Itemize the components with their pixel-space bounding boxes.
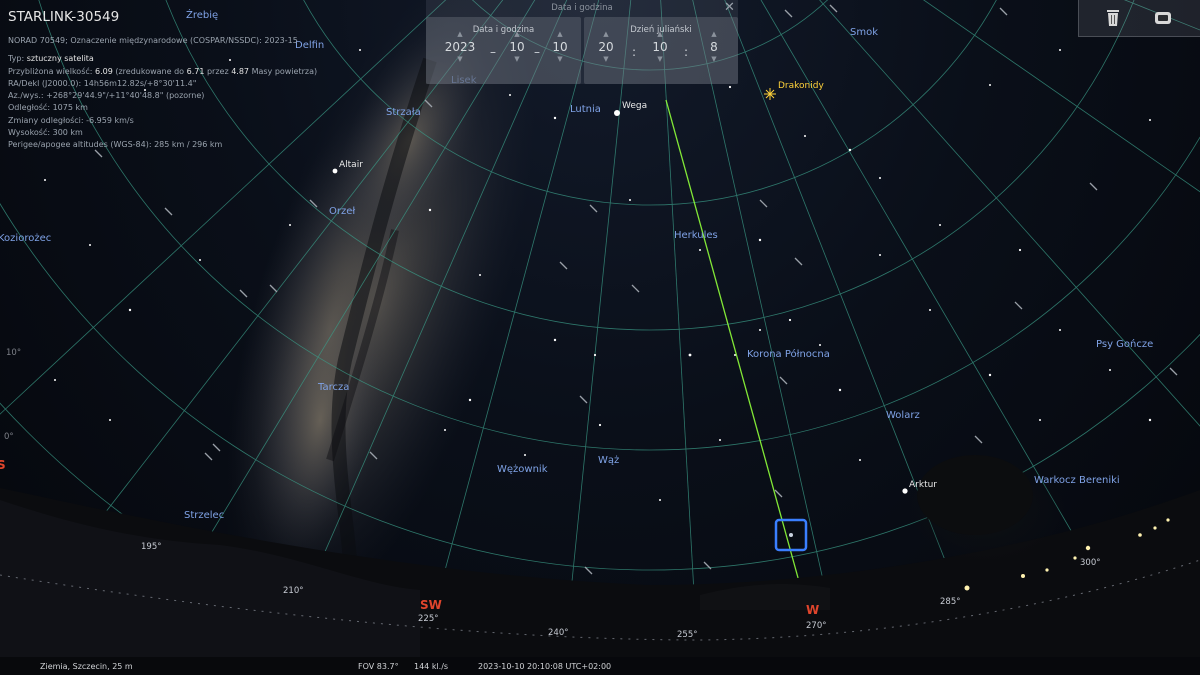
day-value[interactable]: 10 bbox=[547, 39, 573, 55]
constellation-label: Wężownik bbox=[497, 464, 548, 475]
satellite-orbit-line bbox=[665, 99, 801, 586]
time-separator: : bbox=[684, 45, 689, 59]
azimuth-label: 300° bbox=[1080, 558, 1101, 568]
constellation-label: Wąż bbox=[598, 455, 620, 466]
minute-spinbox[interactable]: ▲ 10 ▼ bbox=[647, 30, 673, 70]
object-type: Typ: sztuczny satelita bbox=[8, 53, 317, 65]
radiant-icon bbox=[764, 88, 776, 100]
year-value[interactable]: 2023 bbox=[440, 39, 480, 55]
azimuth-label: 210° bbox=[283, 586, 304, 596]
date-separator: – bbox=[534, 45, 540, 59]
month-spinbox[interactable]: ▲ 10 ▼ bbox=[504, 30, 530, 70]
azimuth-label: 240° bbox=[548, 628, 569, 638]
azimuth-label: 10° bbox=[6, 348, 22, 358]
airmass-value: 4.87 bbox=[231, 66, 250, 76]
constellation-label: Lutnia bbox=[570, 104, 601, 115]
date-separator: – bbox=[490, 45, 496, 59]
status-bar: Ziemia, Szczecin, 25 m FOV 83.7° 144 kl.… bbox=[0, 657, 1200, 675]
object-magnitude: Przybliżona wielkość: 6.09 (zredukowane … bbox=[8, 66, 317, 78]
constellation-label: Tarcza bbox=[318, 382, 350, 393]
chevron-up-icon[interactable]: ▲ bbox=[547, 30, 573, 39]
dialog-title: Data i godzina bbox=[551, 3, 613, 13]
constellation-label: Korona Północna bbox=[747, 349, 830, 360]
status-fov: FOV 83.7° bbox=[358, 662, 399, 671]
azimuth-label: 195° bbox=[141, 542, 162, 552]
azimuth-label: 225° bbox=[418, 614, 439, 624]
chevron-up-icon[interactable]: ▲ bbox=[647, 30, 673, 39]
magnitude-mid: (zredukowane do bbox=[115, 66, 185, 76]
time-separator: : bbox=[632, 45, 637, 59]
month-value[interactable]: 10 bbox=[504, 39, 530, 55]
object-info-panel: STARLINK-30549 NORAD 70549; Oznaczenie m… bbox=[8, 8, 317, 152]
type-value: sztuczny satelita bbox=[26, 54, 94, 64]
constellation-label: Herkules bbox=[674, 230, 718, 241]
azimuth-label: 285° bbox=[940, 597, 961, 607]
magnitude-tail: Masy powietrza) bbox=[251, 66, 318, 76]
trash-icon[interactable] bbox=[1103, 8, 1123, 28]
magnitude-value: 6.09 bbox=[95, 66, 113, 76]
object-title: STARLINK-30549 bbox=[8, 9, 120, 25]
object-range-rate: Zmiany odległości: -6.959 km/s bbox=[8, 115, 134, 125]
constellation-label: Koziorożec bbox=[0, 233, 52, 244]
azimuth-label: 0° bbox=[4, 432, 14, 442]
chevron-down-icon[interactable]: ▼ bbox=[504, 55, 530, 64]
close-icon[interactable]: ✕ bbox=[724, 0, 735, 15]
screen-icon[interactable] bbox=[1153, 8, 1173, 28]
star-label-altair: Altair bbox=[339, 160, 363, 170]
status-fps: 144 kl./s bbox=[414, 662, 449, 671]
object-altitude: Wysokość: 300 km bbox=[8, 128, 83, 138]
cardinal-s: S bbox=[0, 458, 6, 472]
star-label-vega: Wega bbox=[622, 101, 648, 111]
day-spinbox[interactable]: ▲ 10 ▼ bbox=[547, 30, 573, 70]
second-spinbox[interactable]: ▲ 8 ▼ bbox=[701, 30, 727, 70]
chevron-down-icon[interactable]: ▼ bbox=[547, 55, 573, 64]
constellation-label: Strzała bbox=[386, 107, 421, 118]
chevron-down-icon[interactable]: ▼ bbox=[647, 55, 673, 64]
constellation-label: Warkocz Bereniki bbox=[1034, 475, 1120, 486]
cardinal-w: W bbox=[806, 603, 820, 617]
constellation-label: Strzelec bbox=[184, 510, 225, 521]
chevron-up-icon[interactable]: ▲ bbox=[701, 30, 727, 39]
object-distance: Odległość: 1075 km bbox=[8, 103, 88, 113]
constellation-label: Smok bbox=[850, 27, 878, 38]
hour-value[interactable]: 20 bbox=[593, 39, 619, 55]
object-perigee-apogee: Perigee/apogee altitudes (WGS-84): 285 k… bbox=[8, 140, 223, 150]
chevron-up-icon[interactable]: ▲ bbox=[593, 30, 619, 39]
status-datetime[interactable]: 2023-10-10 20:10:08 UTC+02:00 bbox=[478, 662, 611, 671]
chevron-up-icon[interactable]: ▲ bbox=[504, 30, 530, 39]
top-toolbar bbox=[1078, 0, 1200, 37]
year-spinbox[interactable]: ▲ 2023 ▼ bbox=[440, 30, 480, 70]
constellation-label: Psy Gończe bbox=[1096, 339, 1154, 350]
landscape bbox=[0, 455, 1200, 675]
magnitude-reduced: 6.71 bbox=[186, 66, 205, 76]
status-location[interactable]: Ziemia, Szczecin, 25 m bbox=[40, 662, 133, 671]
cardinal-sw: SW bbox=[420, 598, 442, 612]
chevron-up-icon[interactable]: ▲ bbox=[440, 30, 480, 39]
minute-value[interactable]: 10 bbox=[647, 39, 673, 55]
date-time-dialog[interactable]: Data i godzina ✕ Data i godzina Dzień ju… bbox=[426, 0, 738, 84]
second-value[interactable]: 8 bbox=[701, 39, 727, 55]
meteor-shower-label: Drakonidy bbox=[778, 81, 824, 91]
magnitude-label: Przybliżona wielkość: bbox=[8, 66, 93, 76]
chevron-down-icon[interactable]: ▼ bbox=[701, 55, 727, 64]
star-label-arcturus: Arktur bbox=[909, 480, 938, 490]
type-label: Typ: bbox=[8, 54, 25, 64]
azimuth-label: 270° bbox=[806, 621, 827, 631]
constellation-label: Wolarz bbox=[886, 410, 920, 421]
hour-spinbox[interactable]: ▲ 20 ▼ bbox=[593, 30, 619, 70]
chevron-down-icon[interactable]: ▼ bbox=[440, 55, 480, 64]
object-radec: RA/Dekl (J2000.0): 14h56m12.82s/+8°30'11… bbox=[8, 78, 197, 88]
azimuth-label: 255° bbox=[677, 630, 698, 640]
magnitude-through: przez bbox=[206, 66, 229, 76]
constellation-label: Orzeł bbox=[329, 206, 356, 217]
chevron-down-icon[interactable]: ▼ bbox=[593, 55, 619, 64]
object-ids: NORAD 70549; Oznaczenie międzynarodowe (… bbox=[8, 36, 298, 45]
object-azalt: Az./wys.: +268°29'44.9"/+11°40'48.8" (po… bbox=[8, 91, 205, 101]
